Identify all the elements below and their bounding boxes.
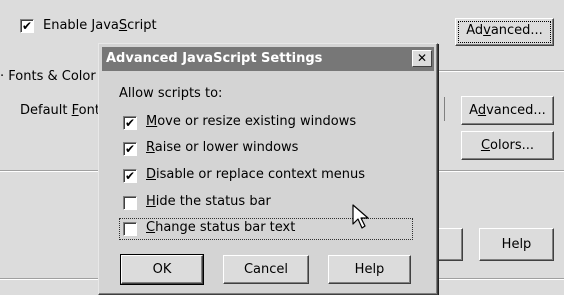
advanced-javascript-button[interactable]: Advanced... <box>455 18 554 46</box>
section-divider <box>0 170 99 172</box>
context-menus-label: Disable or replace context menus <box>146 167 365 182</box>
context-menus-checkbox[interactable]: ✔ <box>123 169 137 183</box>
fonts-colors-group-label: · Fonts & Color <box>0 69 98 84</box>
mouse-pointer-icon <box>352 204 369 229</box>
allow-scripts-label: Allow scripts to: <box>119 86 223 101</box>
advanced-font-button[interactable]: Advanced... <box>461 96 554 125</box>
hide-status-bar-label: Hide the status bar <box>146 194 271 209</box>
move-resize-label: Move or resize existing windows <box>146 114 357 129</box>
status-bar-text-label: Change status bar text <box>146 220 296 235</box>
default-font-dropdown-edge[interactable] <box>437 97 445 121</box>
dialog-title: Advanced JavaScript Settings <box>106 51 323 66</box>
move-resize-checkbox[interactable]: ✔ <box>123 116 137 130</box>
enable-javascript-checkbox[interactable]: ✔ <box>20 19 34 33</box>
default-font-label: Default Font <box>20 103 100 118</box>
colors-button[interactable]: Colors... <box>461 131 554 160</box>
raise-lower-checkbox[interactable]: ✔ <box>123 142 137 156</box>
close-icon[interactable]: ✕ <box>412 50 432 67</box>
raise-lower-label: Raise or lower windows <box>146 140 299 155</box>
group-divider-right <box>437 70 564 72</box>
section-divider-right <box>437 170 564 172</box>
advanced-javascript-dialog: Advanced JavaScript Settings ✕ Allow scr… <box>98 43 438 295</box>
enable-javascript-label: Enable JavaScript <box>43 18 157 33</box>
status-bar-text-checkbox[interactable] <box>123 222 137 236</box>
background-help-button[interactable]: Help <box>479 228 554 261</box>
help-button[interactable]: Help <box>328 255 411 284</box>
ok-button[interactable]: OK <box>120 254 204 285</box>
dialog-titlebar: Advanced JavaScript Settings ✕ <box>102 47 434 71</box>
hide-status-bar-checkbox[interactable] <box>123 196 137 210</box>
background-button-edge[interactable] <box>437 228 463 261</box>
cancel-button[interactable]: Cancel <box>223 255 309 284</box>
